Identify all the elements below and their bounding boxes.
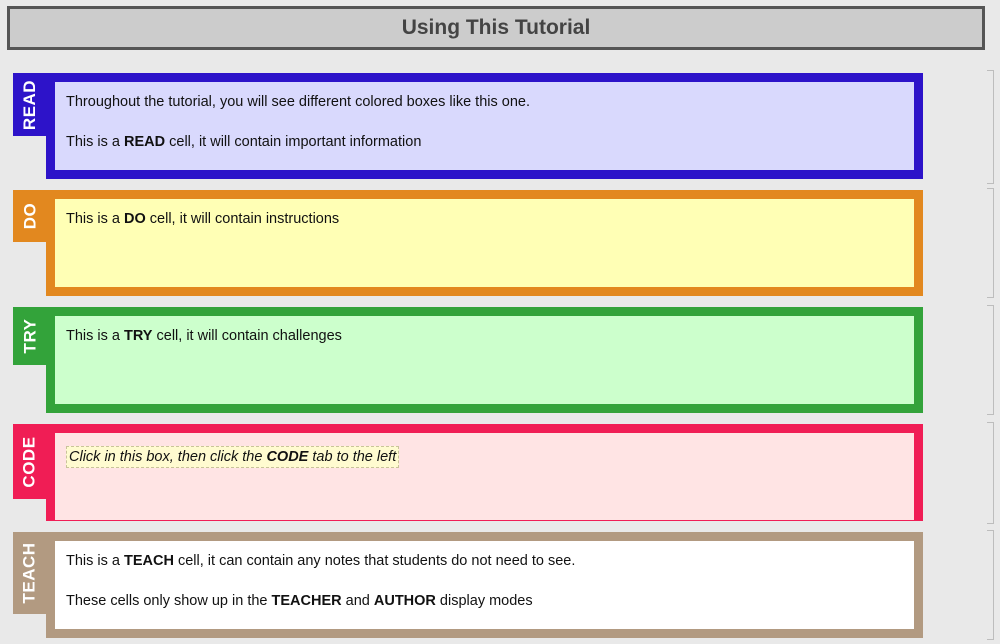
code-hint-text[interactable]: Click in this box, then click the CODE t… [66,446,400,468]
teach-tab-label: TEACH [20,542,39,604]
teach-tab[interactable]: TEACH [13,532,47,614]
do-cell[interactable]: DO This is a DO cell, it will contain in… [13,190,923,296]
cell-marker-try [987,305,994,415]
read-line-2: This is a READ cell, it will contain imp… [66,134,422,150]
code-cell[interactable]: CODE Click in this box, then click the C… [13,424,923,521]
try-content[interactable]: This is a TRY cell, it will contain chal… [55,316,914,404]
read-content[interactable]: Throughout the tutorial, you will see di… [55,82,914,170]
read-cell[interactable]: READ Throughout the tutorial, you will s… [13,73,923,179]
page-title-bar: Using This Tutorial [7,6,985,50]
do-line-1: This is a DO cell, it will contain instr… [66,211,340,227]
try-line-1: This is a TRY cell, it will contain chal… [66,328,342,344]
code-tab[interactable]: CODE [13,424,47,499]
read-tab-label: READ [20,79,40,130]
read-frame: Throughout the tutorial, you will see di… [46,73,923,179]
code-tab-label: CODE [20,435,39,488]
teach-cell[interactable]: TEACH This is a TEACH cell, it can conta… [13,532,923,638]
try-cell[interactable]: TRY This is a TRY cell, it will contain … [13,307,923,413]
cell-marker-read [987,70,994,184]
try-frame: This is a TRY cell, it will contain chal… [46,307,923,413]
do-content[interactable]: This is a DO cell, it will contain instr… [55,199,914,287]
do-tab[interactable]: DO [13,190,47,242]
teach-content[interactable]: This is a TEACH cell, it can contain any… [55,541,914,629]
cell-marker-code [987,422,994,524]
read-line-1: Throughout the tutorial, you will see di… [66,94,530,110]
cell-marker-do [987,188,994,298]
read-tab[interactable]: READ [13,73,47,136]
do-tab-label: DO [20,202,39,230]
try-tab-label: TRY [20,318,39,354]
page-title: Using This Tutorial [401,16,591,39]
code-content[interactable]: Click in this box, then click the CODE t… [55,433,914,520]
teach-frame: This is a TEACH cell, it can contain any… [46,532,923,638]
teach-line-1: This is a TEACH cell, it can contain any… [66,553,576,569]
do-frame: This is a DO cell, it will contain instr… [46,190,923,296]
code-frame: Click in this box, then click the CODE t… [46,424,923,521]
teach-line-2: These cells only show up in the TEACHER … [66,593,533,609]
cell-marker-teach [987,530,994,640]
try-tab[interactable]: TRY [13,307,47,365]
